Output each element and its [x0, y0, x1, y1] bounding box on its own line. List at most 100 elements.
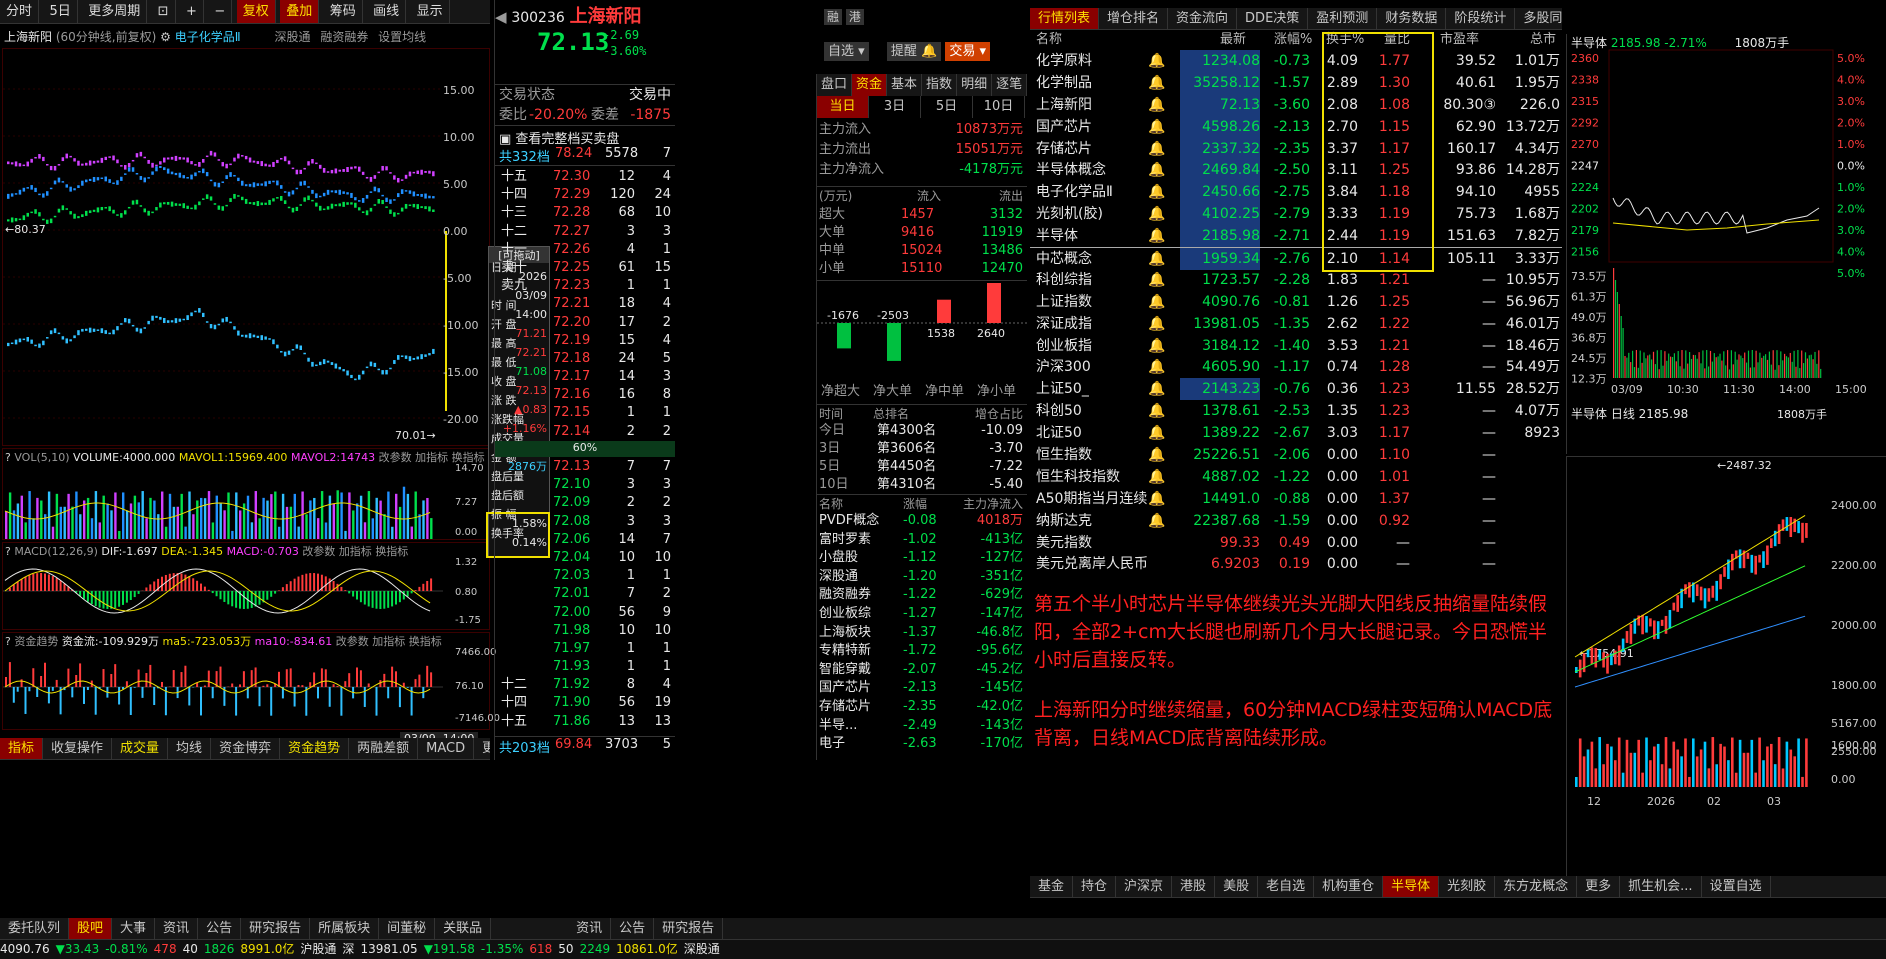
bottom-tab[interactable]: 研究报告: [654, 918, 724, 939]
book-row[interactable]: 72.04 10 10: [495, 549, 675, 567]
tab-more-period[interactable]: 更多周期: [82, 0, 148, 23]
market-row[interactable]: 沪深300 🔔 4605.90 -1.17 0.74 1.28—54.49万: [1030, 356, 1562, 378]
tab-5day[interactable]: 5日: [921, 96, 973, 118]
market-bottom-tab[interactable]: 东方龙概念: [1495, 876, 1578, 897]
kline-chart[interactable]: 15.00 10.00 5.00 0.00 -5.00 -10.00 -15.0…: [2, 48, 490, 446]
book-row[interactable]: 72.21 18 4: [495, 295, 675, 313]
book-row[interactable]: 72.06 14 7: [495, 531, 675, 549]
sector-row[interactable]: PVDF概念 -0.08 4018万: [817, 512, 1027, 531]
volume-chart[interactable]: ? VOL(5,10) VOLUME:4000.000 MAVOL1:15969…: [2, 448, 490, 540]
book-row[interactable]: 72.13 7 7: [495, 458, 675, 476]
market-row[interactable]: 科创综指 🔔 1723.57 -2.28 1.83 1.21—10.95万: [1030, 269, 1562, 291]
adjust-button[interactable]: 复权: [236, 0, 276, 23]
market-bottom-tab[interactable]: 光刻胶: [1439, 876, 1496, 897]
bottom-tab[interactable]: 公告: [611, 918, 655, 939]
book-row[interactable]: 72.00 56 9: [495, 604, 675, 622]
book-row[interactable]: 十五 71.86 13 13: [495, 713, 675, 731]
tab-capital-flow[interactable]: 资金流向: [1168, 8, 1238, 29]
tab-fund[interactable]: 资金: [852, 74, 888, 96]
tab-profit-forecast[interactable]: 盈利预测: [1308, 8, 1378, 29]
tab-macd[interactable]: MACD: [418, 738, 475, 759]
market-row[interactable]: 恒生科技指数 🔔 4887.02 -1.22 0.00 1.01—: [1030, 466, 1562, 488]
tab-today[interactable]: 当日: [817, 96, 869, 118]
lock-icon[interactable]: ⊡: [152, 0, 176, 23]
book-row[interactable]: 72.16 16 8: [495, 386, 675, 404]
market-row[interactable]: 半导体概念 🔔 2469.84 -2.50 3.11 1.25 93.86 14.28万: [1030, 159, 1562, 182]
book-row[interactable]: 71.93 1 1: [495, 658, 675, 676]
market-bottom-tab[interactable]: 港股: [1172, 876, 1216, 897]
book-row[interactable]: 72.08 3 3: [495, 513, 675, 531]
link-ma-settings[interactable]: 设置均线: [378, 30, 426, 44]
tab-financial[interactable]: 财务数据: [1377, 8, 1447, 29]
market-bottom-tab[interactable]: 沪深京: [1116, 876, 1173, 897]
tab-quote-list[interactable]: 行情列表: [1030, 8, 1100, 29]
tab-more[interactable]: 更多: [474, 738, 490, 759]
book-row[interactable]: 72.09 2 2: [495, 494, 675, 512]
market-row[interactable]: 恒生指数 🔔 25226.51 -2.06 0.00 1.10—: [1030, 444, 1562, 466]
book-row[interactable]: 72.20 17 2: [495, 314, 675, 332]
market-bottom-tab[interactable]: 更多: [1577, 876, 1621, 897]
bottom-tab[interactable]: 间董秘: [379, 918, 436, 939]
book-row[interactable]: 72.14 2 2: [495, 423, 675, 441]
tab-multi-stock[interactable]: 多股同列: [1515, 8, 1562, 29]
sector-row[interactable]: 上海板块 -1.37 -46.8亿: [817, 624, 1027, 643]
sector-row[interactable]: 智能穿戴 -2.07 -45.2亿: [817, 661, 1027, 680]
market-row[interactable]: 国产芯片 🔔 4598.26 -2.13 2.70 1.15 62.90 13.72万: [1030, 115, 1562, 138]
sector-row[interactable]: 创业板综 -1.27 -147亿: [817, 605, 1027, 624]
market-bottom-tab[interactable]: 抓生机会...: [1620, 876, 1702, 897]
book-row[interactable]: 72.19 15 4: [495, 332, 675, 350]
bottom-tab[interactable]: 研究报告: [241, 918, 311, 939]
book-row[interactable]: 十三 72.28 68 10: [495, 204, 675, 222]
market-row[interactable]: 北证50 🔔 1389.22 -2.67 3.03 1.17—8923: [1030, 422, 1562, 444]
market-row[interactable]: 上海新阳 🔔 72.13 -3.60 2.08 1.08 80.30③ 226.0: [1030, 93, 1562, 116]
market-row[interactable]: 化学原料 🔔 1234.08 -0.73 4.09 1.77 39.52 1.01万: [1030, 50, 1562, 72]
help-icon[interactable]: ?: [5, 451, 11, 464]
prev-icon[interactable]: ◀: [495, 8, 507, 26]
book-row[interactable]: 卖九 72.23 1 1: [495, 277, 675, 295]
macd-chart[interactable]: ? MACD(12,26,9) DIF:-1.697 DEA:-1.345 MA…: [2, 542, 490, 630]
link-hk[interactable]: 深股通: [274, 30, 310, 44]
tab-stage-stat[interactable]: 阶段统计: [1446, 8, 1516, 29]
tab-5day[interactable]: 5日: [43, 0, 78, 23]
tab-basic[interactable]: 基本: [887, 74, 923, 96]
market-row[interactable]: 美元指数 99.33 0.49 0.00— —: [1030, 532, 1562, 554]
tab-recover[interactable]: 收复操作: [43, 738, 113, 759]
market-bottom-tab[interactable]: 半导体: [1383, 876, 1440, 897]
bottom-tab[interactable]: 关联品: [435, 918, 492, 939]
market-row[interactable]: 科创50 🔔 1378.61 -2.53 1.35 1.23—4.07万: [1030, 400, 1562, 422]
market-bottom-tab[interactable]: 设置自选: [1702, 876, 1771, 897]
book-row[interactable]: 卖十 72.25 61 15: [495, 259, 675, 277]
bottom-tab[interactable]: 股吧: [69, 918, 113, 939]
market-row[interactable]: 中芯概念 🔔 1959.34 -2.76 2.10 1.14 105.11 3.33万: [1030, 247, 1562, 271]
sector-row[interactable]: 半导... -2.49 -143亿: [817, 717, 1027, 736]
chips-button[interactable]: 筹码: [324, 0, 363, 23]
help-icon[interactable]: ?: [5, 545, 11, 558]
tab-tick[interactable]: 逐笔: [992, 74, 1028, 96]
book-row[interactable]: 十二 72.27 3 3: [495, 223, 675, 241]
book-row[interactable]: 十一 72.26 4 1: [495, 241, 675, 259]
market-row[interactable]: 创业板指 🔔 3184.12 -1.40 3.53 1.21—18.46万: [1030, 335, 1562, 357]
book-row[interactable]: 72.18 24 5: [495, 350, 675, 368]
zoom-out-icon[interactable]: −: [208, 0, 233, 23]
book-row[interactable]: 十四 72.29 120 24: [495, 186, 675, 204]
full-book-link[interactable]: ▣ 查看完整档买卖盘: [499, 128, 619, 147]
book-row[interactable]: 71.97 1 1: [495, 640, 675, 658]
sector-row[interactable]: 富时罗素 -1.02 -413亿: [817, 531, 1027, 550]
trade-button[interactable]: 交易 ▾: [945, 42, 990, 61]
bottom-tab[interactable]: 公告: [198, 918, 242, 939]
tab-detail[interactable]: 明细: [957, 74, 993, 96]
alert-button[interactable]: 提醒 🔔: [886, 42, 942, 61]
sector-link[interactable]: 电子化学品Ⅱ: [175, 30, 241, 44]
tab-indicator[interactable]: 指标: [0, 738, 44, 759]
market-row[interactable]: 纳斯达克 🔔 22387.68 -1.59 0.00 0.92—: [1030, 510, 1562, 532]
market-row[interactable]: 半导体 🔔 2185.98 -2.71 2.44 1.19 151.63 7.82万: [1030, 225, 1562, 248]
market-row[interactable]: 化学制品 🔔 35258.12 -1.57 2.89 1.30 40.61 1.95万: [1030, 71, 1562, 94]
market-row[interactable]: 光刻机(胶) 🔔 4102.25 -2.79 3.33 1.19 75.73 1.68万: [1030, 203, 1562, 226]
market-bottom-tab[interactable]: 持仓: [1073, 876, 1117, 897]
mini-intraday[interactable]: 半导体 2185.98 -2.71% 1808万手 2360 2338 2315 22…: [1566, 34, 1886, 454]
book-row[interactable]: 72.10 3 3: [495, 476, 675, 494]
book-row[interactable]: 十二 71.92 8 4: [495, 676, 675, 694]
sector-row[interactable]: 存储芯片 -2.35 -42.0亿: [817, 698, 1027, 717]
tab-intraday[interactable]: 分时: [0, 0, 40, 23]
fund-trend-chart[interactable]: ? 资金趋势 资金流:-109.929万 ma5:-723.053万 ma10:…: [2, 632, 500, 730]
